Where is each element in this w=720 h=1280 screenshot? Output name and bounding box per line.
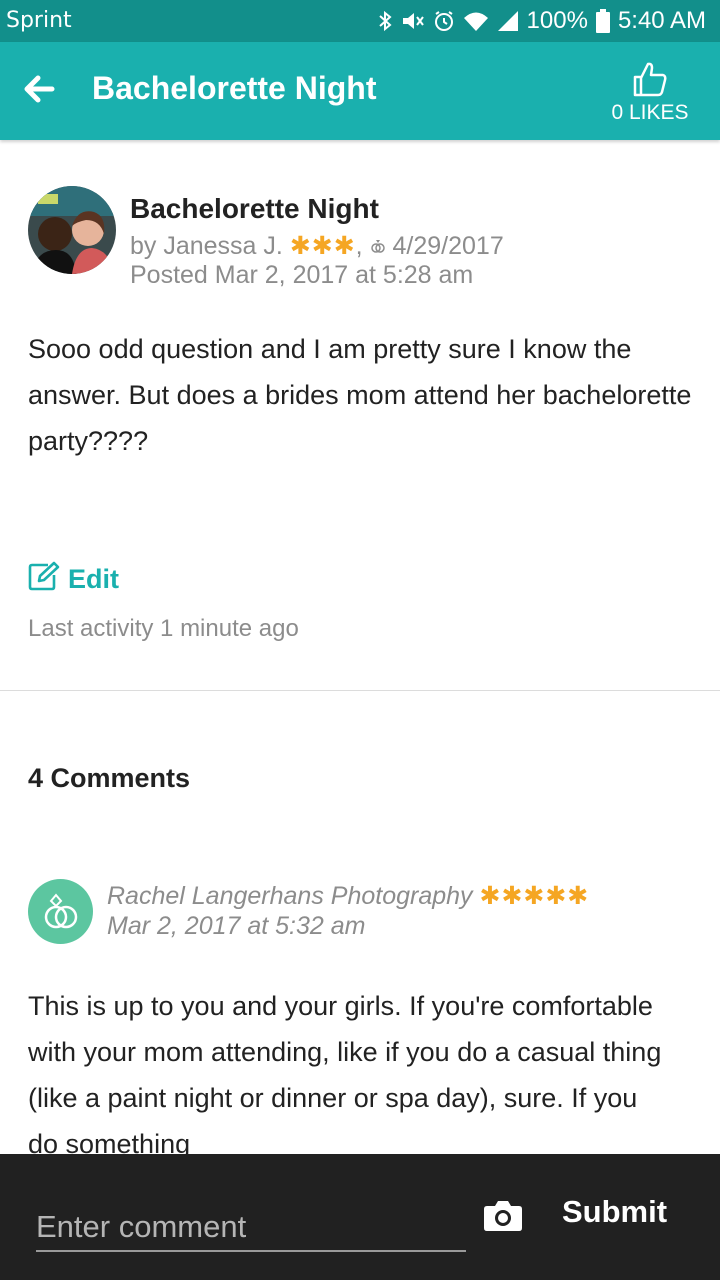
post-title: Bachelorette Night <box>130 193 379 224</box>
comment-author[interactable]: Rachel Langerhans Photography <box>107 882 473 910</box>
back-arrow-icon <box>22 75 56 110</box>
status-icons: 100% 5:40 AM <box>377 6 706 36</box>
edit-icon <box>28 561 60 598</box>
alarm-icon <box>433 10 455 32</box>
wedding-date: 4/29/2017 <box>392 232 504 260</box>
like-button[interactable]: 0 LIKES <box>608 60 692 125</box>
author-stars: ✱✱✱ <box>289 232 356 260</box>
divider <box>0 690 720 691</box>
comment-avatar[interactable] <box>28 879 93 944</box>
post-meta: by Janessa J. ✱✱✱, 4/29/2017 Posted Mar … <box>130 232 504 290</box>
comment-date: Mar 2, 2017 at 5:32 am <box>107 912 366 940</box>
clock: 5:40 AM <box>617 7 706 34</box>
last-activity: Last activity 1 minute ago <box>28 615 299 642</box>
carrier-label: Sprint <box>6 8 72 33</box>
mute-icon <box>401 10 425 32</box>
app-bar: Bachelorette Night 0 LIKES <box>0 42 720 140</box>
battery-percent: 100% <box>526 7 588 34</box>
avatar[interactable] <box>28 186 116 274</box>
thumbs-up-icon <box>608 60 692 98</box>
author-line: by Janessa J. ✱✱✱, 4/29/2017 <box>130 232 504 261</box>
edit-label: Edit <box>68 563 119 594</box>
battery-icon <box>595 9 610 33</box>
status-bar: Sprint 100% 5:40 AM <box>0 0 720 42</box>
back-button[interactable] <box>22 72 62 112</box>
comment-composer: Submit <box>0 1154 720 1280</box>
comments-heading: 4 Comments <box>28 763 191 793</box>
camera-icon <box>483 1201 523 1236</box>
camera-button[interactable] <box>483 1198 523 1234</box>
edit-button[interactable]: Edit <box>28 560 119 598</box>
wedding-date-separator: , <box>355 232 363 260</box>
comment-author-line: Rachel Langerhans Photography ✱✱✱✱✱ <box>107 881 589 911</box>
avatar-photo <box>28 186 116 274</box>
comment-input[interactable] <box>36 1204 466 1252</box>
submit-button[interactable]: Submit <box>562 1194 667 1230</box>
bluetooth-icon <box>377 10 393 32</box>
rings-icon <box>370 232 393 260</box>
post-body: Sooo odd question and I am pretty sure I… <box>28 334 692 456</box>
signal-icon <box>497 10 519 32</box>
wifi-icon <box>463 10 489 32</box>
author-name[interactable]: by Janessa J. <box>130 232 283 260</box>
comment-author-stars: ✱✱✱✱✱ <box>479 882 590 910</box>
posted-date: Posted Mar 2, 2017 at 5:28 am <box>130 261 474 289</box>
page-title: Bachelorette Night <box>92 70 377 106</box>
comment-body: This is up to you and your girls. If you… <box>28 991 662 1155</box>
likes-count: 0 LIKES <box>611 101 689 124</box>
